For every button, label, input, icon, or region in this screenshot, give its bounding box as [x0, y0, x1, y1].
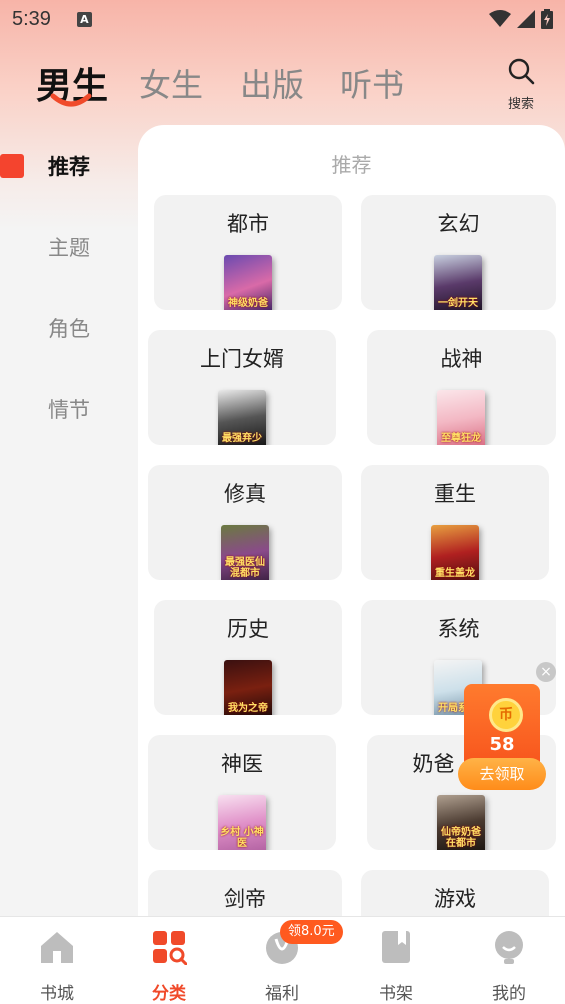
- nav-label: 书城: [40, 984, 74, 1004]
- category-card-war-god[interactable]: 战神 至尊狂龙: [367, 330, 556, 445]
- book-cover: 神级奶爸: [224, 255, 272, 310]
- sidebar-item-label: 角色: [48, 316, 90, 341]
- top-tabs: 男生 女生 出版 听书 搜索: [0, 55, 565, 115]
- nav-category[interactable]: 分类: [129, 929, 209, 1004]
- reward-widget[interactable]: 币 58 去领取: [458, 684, 546, 792]
- tab-audiobook[interactable]: 听书: [340, 60, 404, 106]
- sidebar-item-label: 情节: [48, 397, 90, 422]
- bookshelf-icon: [382, 931, 410, 963]
- nav-label: 书架: [379, 984, 413, 1004]
- category-label: 系统: [437, 617, 480, 641]
- category-card-xiuzhen[interactable]: 修真 最强医仙 混都市: [148, 465, 342, 580]
- nav-label: 分类: [152, 984, 186, 1004]
- category-card-rebirth[interactable]: 重生 重生盖龙: [361, 465, 549, 580]
- book-cover: 至尊狂龙: [437, 390, 485, 445]
- category-card-xuanhuan[interactable]: 玄幻 一剑开天: [361, 195, 556, 310]
- claim-reward-button[interactable]: 去领取: [458, 758, 546, 790]
- nav-label: 福利: [265, 984, 299, 1004]
- category-icon: [153, 931, 188, 966]
- search-label: 搜索: [507, 97, 534, 112]
- category-label: 都市: [227, 212, 269, 236]
- section-title: 推荐: [331, 153, 372, 177]
- sidebar-item-recommend[interactable]: 推荐: [0, 125, 138, 206]
- sidebar-active-marker: [0, 154, 24, 178]
- notification-icon: A: [76, 11, 92, 27]
- category-card-history[interactable]: 历史 我为之帝: [154, 600, 342, 715]
- sidebar-item-theme[interactable]: 主题: [0, 206, 138, 287]
- category-card-dushi[interactable]: 都市 神级奶爸: [154, 195, 342, 310]
- category-label: 历史: [227, 617, 269, 641]
- battery-icon: [541, 9, 553, 29]
- book-cover: 仙帝奶爸 在都市: [437, 795, 485, 850]
- nav-profile[interactable]: 我的: [469, 929, 549, 1004]
- wifi-icon: [489, 10, 511, 27]
- category-label: 剑帝: [224, 887, 266, 911]
- book-cover: 我为之帝: [224, 660, 272, 715]
- nav-label: 我的: [492, 984, 526, 1004]
- book-cover: 乡村 小神医: [218, 795, 266, 850]
- book-cover: 一剑开天: [434, 255, 482, 310]
- sidebar-item-role[interactable]: 角色: [0, 287, 138, 368]
- coin-icon: 币: [489, 698, 523, 732]
- search-button[interactable]: 搜索: [500, 57, 542, 112]
- nav-bookshelf[interactable]: 书架: [356, 929, 436, 1004]
- reward-amount: 58: [489, 734, 515, 755]
- book-cover: 最强医仙 混都市: [221, 525, 269, 580]
- home-icon: [41, 932, 73, 963]
- category-card-game[interactable]: 游戏: [361, 870, 549, 917]
- category-label: 上门女婿: [200, 347, 284, 371]
- category-label: 游戏: [434, 887, 476, 911]
- category-card-divine-doctor[interactable]: 神医 乡村 小神医: [148, 735, 336, 850]
- category-card-son-in-law[interactable]: 上门女婿 最强弃少: [148, 330, 336, 445]
- profile-icon: [495, 931, 523, 964]
- category-sidebar: 推荐 主题 角色 情节: [0, 125, 138, 449]
- category-label: 神医: [221, 752, 263, 776]
- category-label: 战神: [440, 347, 483, 371]
- book-cover: 重生盖龙: [431, 525, 479, 580]
- reward-close-button[interactable]: ×: [536, 662, 556, 682]
- sidebar-item-label: 主题: [48, 235, 90, 260]
- sidebar-item-label: 推荐: [48, 154, 90, 179]
- status-icons: [489, 9, 553, 29]
- tab-publish[interactable]: 出版: [240, 60, 304, 106]
- category-label: 玄幻: [437, 212, 480, 236]
- signal-icon: [517, 10, 535, 28]
- category-card-sword-emperor[interactable]: 剑帝: [148, 870, 342, 917]
- sidebar-item-plot[interactable]: 情节: [0, 368, 138, 449]
- status-bar: 5:39 A: [0, 0, 565, 38]
- welfare-badge: 领8.0元: [280, 920, 343, 944]
- category-label: 修真: [224, 482, 266, 506]
- status-time: 5:39: [12, 7, 51, 30]
- tab-active-indicator: [50, 93, 92, 107]
- tab-female[interactable]: 女生: [139, 60, 203, 106]
- category-content: 推荐 都市 神级奶爸 玄幻 一剑开天 上门女婿 最强弃少 战神 至尊狂龙 修真 …: [138, 125, 565, 917]
- search-icon: [508, 58, 535, 85]
- book-cover: 最强弃少: [218, 390, 266, 445]
- nav-bookstore[interactable]: 书城: [17, 929, 97, 1004]
- category-label: 重生: [434, 482, 476, 506]
